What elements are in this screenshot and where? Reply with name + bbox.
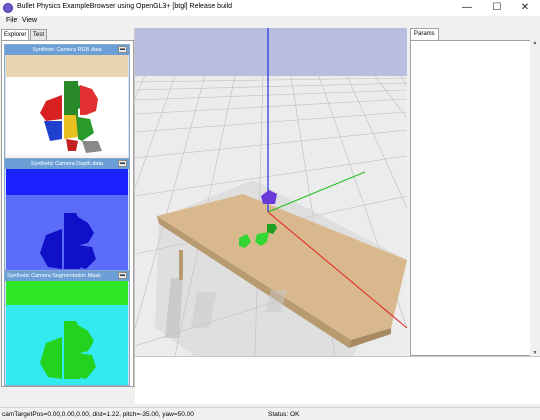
depth-camera-title: Synthetic Camera Depth data: [5, 159, 129, 169]
rgb-camera-image: [6, 55, 128, 163]
segmentation-camera-close-button[interactable]: ▬: [118, 272, 127, 279]
depth-camera-image: [6, 169, 128, 277]
title-bar[interactable]: Bullet Physics ExampleBrowser using Open…: [0, 0, 540, 16]
minimize-button[interactable]: —: [452, 0, 482, 16]
segmentation-camera-image: [6, 281, 128, 385]
segmentation-camera-window[interactable]: Synthetic Camera Segmentation Mask ▬: [4, 270, 130, 386]
app-icon: [3, 3, 13, 13]
depth-camera-window[interactable]: Synthetic Camera Depth data ▬: [4, 158, 130, 277]
3d-viewport[interactable]: [135, 28, 407, 356]
tab-params[interactable]: Params: [410, 28, 439, 40]
tab-explorer[interactable]: Explorer: [1, 29, 30, 40]
tab-test[interactable]: Test: [30, 29, 48, 40]
rgb-camera-title: Synthetic Camera RGB data: [5, 45, 129, 55]
window-title: Bullet Physics ExampleBrowser using Open…: [17, 3, 232, 10]
params-scrollbar[interactable]: ▲: [530, 40, 540, 356]
camera-status-text: camTargetPos=0.00,0.00,0.00, dist=1.22, …: [2, 411, 194, 418]
menu-file[interactable]: File: [6, 17, 17, 24]
scroll-down-arrow-icon[interactable]: ▼: [530, 350, 540, 358]
status-bar: camTargetPos=0.00,0.00,0.00, dist=1.22, …: [0, 407, 540, 420]
scroll-up-arrow-icon[interactable]: ▲: [531, 40, 539, 48]
app-window: Bullet Physics ExampleBrowser using Open…: [0, 0, 540, 420]
status-text: Status: OK: [268, 411, 300, 418]
rgb-camera-window[interactable]: Synthetic Camera RGB data ▬: [4, 44, 130, 164]
rgb-camera-close-button[interactable]: ▬: [118, 46, 127, 53]
output-log-area: [135, 356, 540, 404]
close-button[interactable]: ✕: [510, 0, 540, 16]
menu-view[interactable]: View: [22, 17, 37, 24]
depth-camera-close-button[interactable]: ▬: [118, 160, 127, 167]
params-content: [410, 40, 535, 356]
explorer-panel: Explorer Test Synthetic Camera RGB data …: [0, 28, 135, 388]
segmentation-camera-title: Synthetic Camera Segmentation Mask: [5, 271, 129, 281]
maximize-button[interactable]: ☐: [482, 0, 512, 16]
menu-bar: File View: [0, 16, 540, 28]
params-panel: Params: [407, 28, 540, 356]
